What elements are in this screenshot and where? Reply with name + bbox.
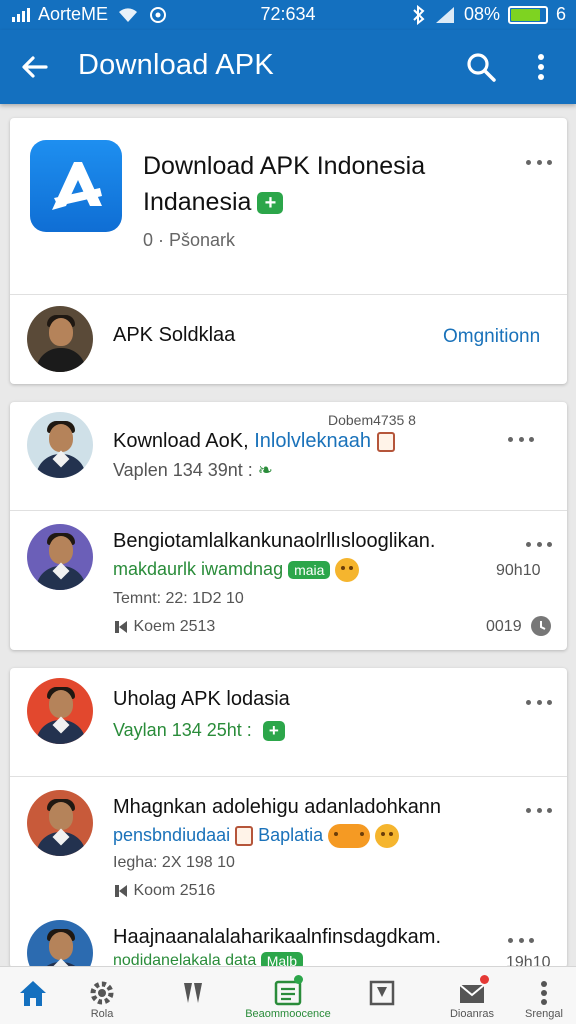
post-title[interactable]: Mhagnkan adolehigu adanladohkann (113, 796, 441, 819)
view-count: 0019 (486, 618, 522, 635)
app-logo-icon (30, 140, 122, 232)
arrow-left-icon[interactable] (18, 50, 52, 84)
post-date: Iegha: 2X 198 10 (113, 854, 235, 871)
avatar[interactable] (27, 524, 93, 590)
more-horiz-icon[interactable] (526, 698, 552, 706)
clock: 72:634 (260, 4, 316, 24)
post-title[interactable]: Kownload AoK, Inlolvleknaah (113, 430, 395, 453)
comment-icon (115, 620, 127, 633)
nav-bookmark[interactable] (160, 967, 226, 1024)
share-icon (369, 980, 395, 1006)
publisher-name[interactable]: APK Soldklaa (113, 324, 235, 347)
battery-icon (507, 5, 548, 24)
nav-label: Rola (90, 1008, 114, 1020)
plus-badge-icon: + (257, 192, 284, 215)
comment-count-text: Koem 2513 (133, 618, 216, 635)
app-name-line1: Download APK Indonesia (143, 152, 426, 180)
comment-count[interactable]: Koem 2513 (113, 618, 215, 636)
more-horiz-icon[interactable] (526, 540, 552, 548)
comment-count[interactable]: Koom 2516 (113, 882, 215, 900)
page-title: Download APK (78, 49, 274, 81)
battery-tail: 6 (555, 4, 566, 24)
avatar[interactable] (27, 412, 93, 478)
info-icon[interactable] (530, 615, 552, 637)
app-name: Download APK Indonesia Indanesia + (143, 148, 483, 220)
avatar[interactable] (27, 306, 93, 372)
post-date: Temnt: 22: 1D2 10 (113, 590, 244, 607)
posts-card-2: Uholag APK lodasia Vaylan 134 25ht : + M… (10, 668, 567, 986)
divider (10, 776, 567, 777)
comment-icon (115, 884, 127, 897)
nav-label: Beaommoocence (245, 1008, 331, 1020)
battery-percent: 08% (463, 4, 500, 24)
divider (10, 510, 567, 511)
more-horiz-icon[interactable] (526, 806, 552, 814)
nav-downloads[interactable]: Beaommoocence (228, 967, 348, 1024)
more-vert-icon[interactable] (528, 50, 554, 84)
app-header-card: Download APK Indonesia Indanesia + 0 · Pš… (10, 118, 567, 384)
nav-share[interactable] (350, 967, 414, 1024)
tag-badge: maia (288, 561, 331, 579)
post-subtitle-text: makdaurlk iwamdnag (113, 558, 284, 579)
more-horiz-icon[interactable] (526, 158, 552, 166)
more-horiz-icon[interactable] (508, 435, 534, 443)
home-icon (20, 981, 46, 1006)
post-right-value: 90h10 (496, 562, 541, 579)
post-subtitle: makdaurlk iwamdnag maia (113, 558, 360, 582)
post-subtitle: pensbndiudaai Baplatia (113, 824, 400, 848)
post-subtitle-text: Vaylan 134 25ht : (113, 720, 252, 740)
calendar-icon (235, 826, 254, 846)
post-title[interactable]: Bengiotamlalkankunaolrllıslooglikan. (113, 530, 435, 553)
post-timestamp: Dobem4735 8 (328, 412, 416, 428)
bookmark-icon (184, 983, 202, 1003)
nav-messages[interactable]: Dioanras (430, 967, 514, 1024)
leaf-icon: ❧ (257, 460, 273, 480)
notification-dot (480, 975, 489, 984)
nav-label: Srengal (525, 1008, 563, 1020)
nav-label: Dioanras (449, 1008, 495, 1020)
comment-count-text: Koom 2516 (133, 882, 216, 899)
post-title-text: Kownload AoK, (113, 430, 249, 452)
emoji-icon (328, 824, 371, 848)
cell-signal-icon (435, 6, 454, 23)
emoji-icon (335, 558, 360, 582)
app-name-line2: Indanesia (143, 188, 252, 216)
calendar-icon (376, 431, 395, 452)
avatar[interactable] (27, 678, 93, 744)
more-vert-icon (541, 981, 547, 1005)
post-subtitle-highlight: Baplatia (258, 824, 324, 845)
post-subtitle-text: Vaplen 134 39nt : (113, 460, 253, 480)
app-bar: Download APK (0, 30, 576, 104)
follow-link[interactable]: Omgnitionn (443, 326, 540, 348)
divider (10, 294, 567, 295)
more-horiz-icon[interactable] (508, 936, 534, 944)
post-subtitle-text: pensbndiudaai (113, 824, 231, 845)
search-icon[interactable] (464, 50, 498, 84)
post-subtitle: Vaylan 134 25ht : + (113, 720, 285, 742)
nav-home[interactable] (0, 967, 66, 1024)
nav-settings[interactable]: Rola (70, 967, 134, 1024)
post-title-highlight: Inlolvleknaah (254, 430, 371, 452)
status-bar: AorteME 72:634 08% 6 (0, 0, 576, 30)
app-meta: 0 · Pšonark (143, 230, 236, 250)
post-title[interactable]: Uholag APK lodasia (113, 688, 290, 711)
emoji-icon (375, 824, 400, 848)
avatar[interactable] (27, 790, 93, 856)
post-subtitle: Vaplen 134 39nt : ❧ (113, 460, 273, 481)
post-title[interactable]: Haajnaanalalaharikaalnfinsdagdkam. (113, 926, 441, 949)
gear-icon (90, 981, 114, 1005)
plus-badge-icon: + (262, 721, 285, 742)
nav-more[interactable]: Srengal (514, 967, 574, 1024)
bottom-nav: Rola Beaommoocence Dioanras Srengal (0, 966, 576, 1024)
notification-dot (294, 975, 303, 984)
posts-card-1: Dobem4735 8 Kownload AoK, Inlolvleknaah … (10, 402, 567, 650)
bluetooth-icon (413, 4, 425, 25)
